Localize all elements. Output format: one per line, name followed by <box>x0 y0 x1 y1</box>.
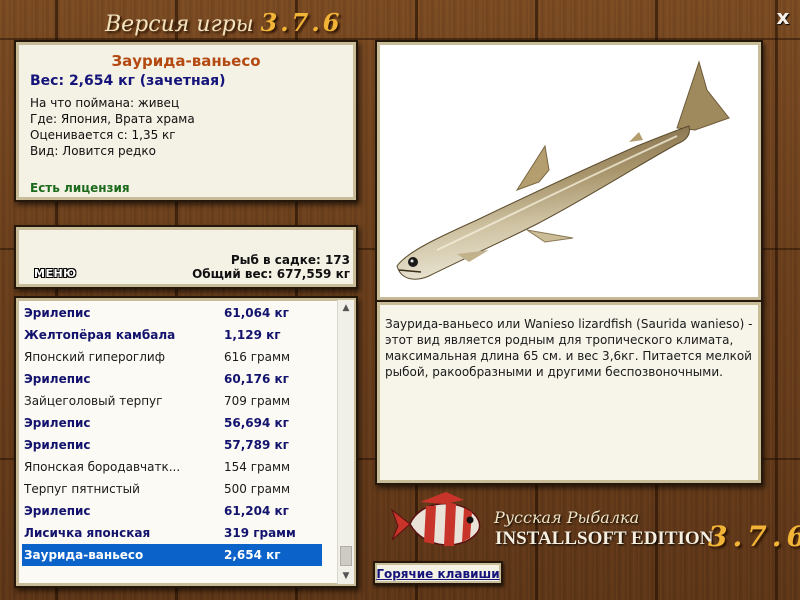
logo-fish-icon <box>390 492 481 546</box>
list-item-weight: 61,204 кг <box>224 504 289 518</box>
list-item[interactable]: Эрилепис 61,204 кг <box>16 500 356 522</box>
detail-rating: Оценивается с: 1,35 кг <box>30 128 176 142</box>
close-button[interactable]: x <box>773 7 793 27</box>
detail-location: Где: Япония, Врата храма <box>30 112 195 126</box>
brand-title: Русская Рыбалка <box>494 508 640 527</box>
scroll-up-arrow-icon[interactable]: ▲ <box>338 300 354 316</box>
window-title-prefix: Версия игры <box>105 12 254 37</box>
list-item[interactable]: Эрилепис 61,064 кг <box>16 302 356 324</box>
list-item-name: Эрилепис <box>24 504 91 518</box>
list-item-name: Зайцеголовый терпуг <box>24 394 163 408</box>
list-item[interactable]: Желтопёрая камбала 1,129 кг <box>16 324 356 346</box>
list-item-weight: 56,694 кг <box>224 416 289 430</box>
list-item-weight: 500 грамм <box>224 482 291 496</box>
description-panel: Заурида-ваньесо или Wanieso lizardfish (… <box>375 300 763 485</box>
list-item-name: Желтопёрая камбала <box>24 328 176 342</box>
fish-image-panel <box>375 40 763 302</box>
fish-description: Заурида-ваньесо или Wanieso lizardfish (… <box>385 317 753 379</box>
window-title-version: 3.7.6 <box>260 8 343 37</box>
list-item-name: Лисичка японская <box>24 526 151 540</box>
list-item-weight: 319 грамм <box>224 526 296 540</box>
hotkeys-label: Горячие клавиши <box>376 567 500 581</box>
list-item[interactable]: Лисичка японская 319 грамм <box>16 522 356 544</box>
lizardfish-image <box>396 60 730 280</box>
fish-count: Рыб в садке: 173 <box>230 253 350 267</box>
list-item-weight: 2,654 кг <box>224 548 281 562</box>
hotkeys-button[interactable]: Горячие клавиши <box>373 561 503 585</box>
scroll-thumb[interactable] <box>340 546 352 566</box>
list-item-weight: 154 грамм <box>224 460 291 474</box>
catch-info-panel: Заурида-ваньесо Вес: 2,654 кг (зачетная)… <box>14 40 358 202</box>
list-item[interactable]: Эрилепис 60,176 кг <box>16 368 356 390</box>
list-item-name: Эрилепис <box>24 306 91 320</box>
list-item[interactable]: Зайцеголовый терпуг 709 грамм <box>16 390 356 412</box>
menu-button[interactable]: МЕНЮ <box>34 267 77 280</box>
list-item-weight: 60,176 кг <box>224 372 289 386</box>
list-item-selected[interactable]: Заурида-ваньесо 2,654 кг <box>22 544 322 566</box>
list-item-name: Заурида-ваньесо <box>24 548 144 562</box>
list-item[interactable]: Японская бородавчатк... 154 грамм <box>16 456 356 478</box>
list-item-weight: 61,064 кг <box>224 306 289 320</box>
list-item-weight: 709 грамм <box>224 394 291 408</box>
list-item-name: Японская бородавчатк... <box>24 460 181 474</box>
brand-edition: INSTALLSOFT EDITION <box>495 528 714 549</box>
keepnet-summary-panel: МЕНЮ Рыб в садке: 173 Общий вес: 677,559… <box>14 225 358 289</box>
list-item-weight: 57,789 кг <box>224 438 289 452</box>
catch-list[interactable]: Эрилепис 61,064 кг Желтопёрая камбала 1,… <box>14 296 358 588</box>
list-item[interactable]: Эрилепис 57,789 кг <box>16 434 356 456</box>
list-item-weight: 616 грамм <box>224 350 291 364</box>
total-weight: Общий вес: 677,559 кг <box>192 267 350 281</box>
list-item-name: Эрилепис <box>24 372 91 386</box>
catch-details: На что поймана: живец Где: Япония, Врата… <box>30 95 342 159</box>
detail-rarity: Вид: Ловится редко <box>30 144 156 158</box>
list-item[interactable]: Японский гипероглиф 616 грамм <box>16 346 356 368</box>
list-item-name: Эрилепис <box>24 416 91 430</box>
list-item-name: Эрилепис <box>24 438 91 452</box>
detail-bait: На что поймана: живец <box>30 96 180 110</box>
fish-name: Заурида-ваньесо <box>111 52 261 70</box>
window-title: Версия игры 3.7.6 <box>105 8 342 37</box>
list-scrollbar[interactable]: ▲ ▼ <box>337 300 354 584</box>
fish-weight: Вес: 2,654 кг (зачетная) <box>30 73 226 89</box>
list-item[interactable]: Терпуг пятнистый 500 грамм <box>16 478 356 500</box>
list-item-name: Терпуг пятнистый <box>24 482 140 496</box>
scroll-down-arrow-icon[interactable]: ▼ <box>338 568 354 584</box>
list-item[interactable]: Эрилепис 56,694 кг <box>16 412 356 434</box>
list-item-name: Японский гипероглиф <box>24 350 165 364</box>
license-status: Есть лицензия <box>30 181 130 195</box>
list-item-weight: 1,129 кг <box>224 328 281 342</box>
brand-version: 3.7.6 <box>708 520 800 553</box>
